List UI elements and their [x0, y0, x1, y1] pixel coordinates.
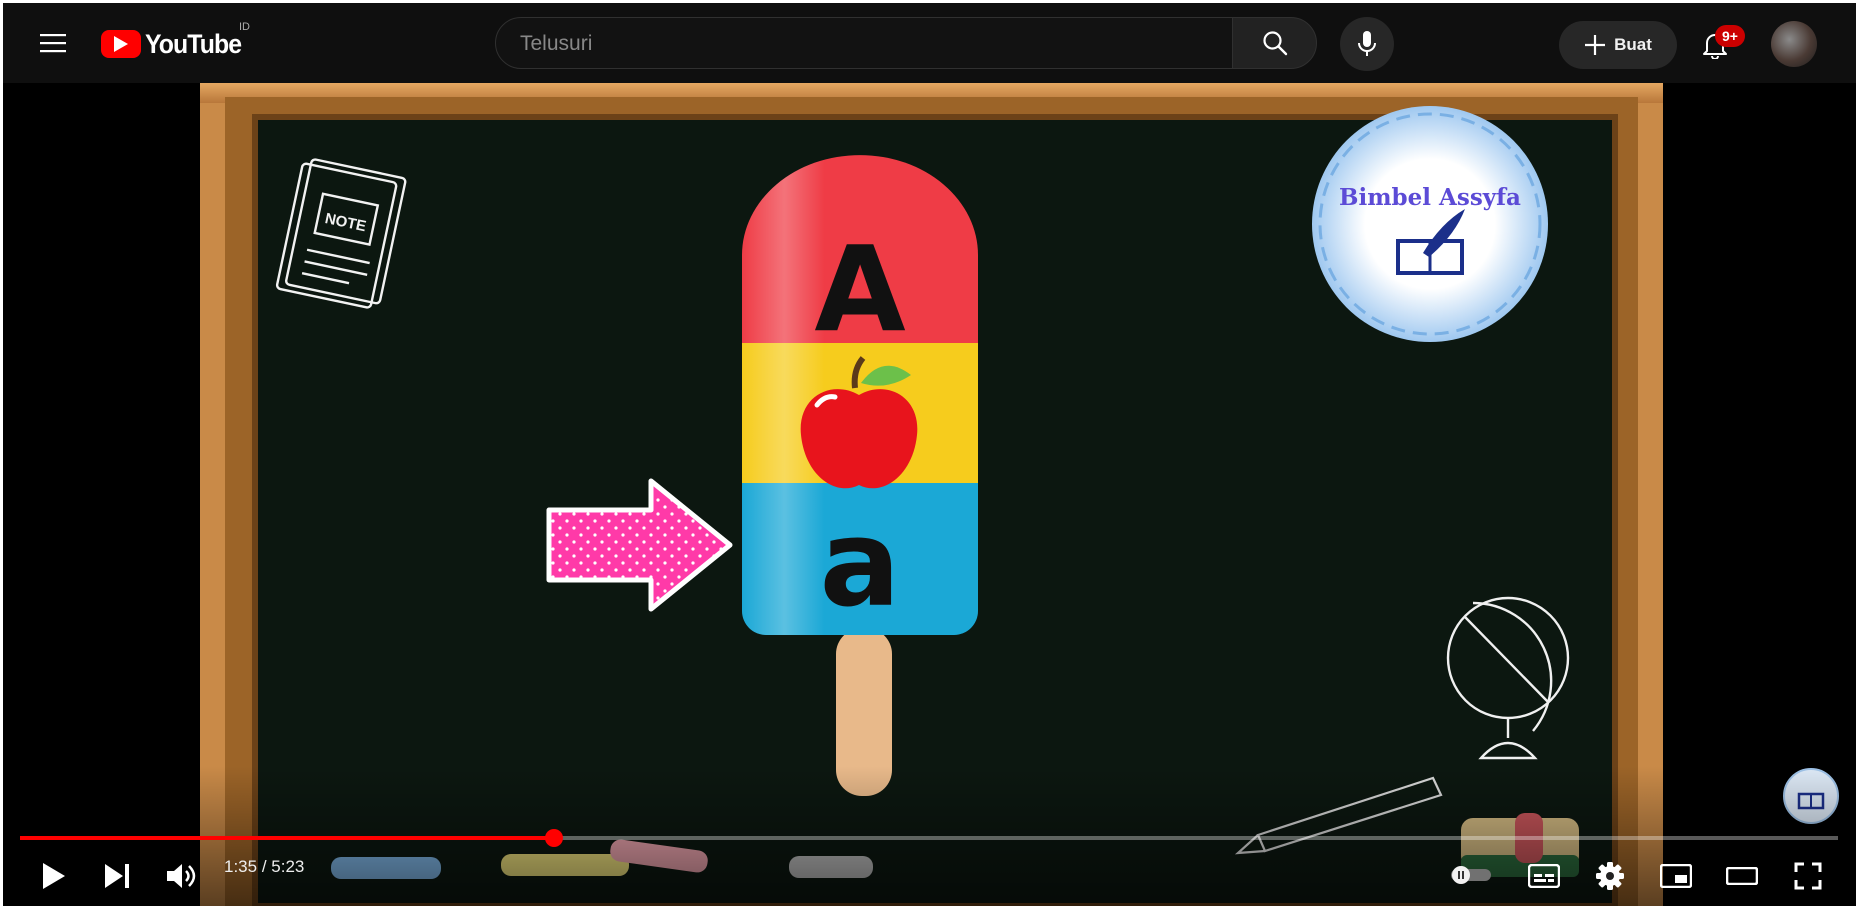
avatar[interactable]: [1771, 21, 1817, 67]
hamburger-menu-icon: [40, 34, 66, 53]
subtitles-icon: [1528, 864, 1560, 888]
create-button[interactable]: Buat: [1559, 21, 1677, 69]
search-icon: [1262, 31, 1287, 56]
masthead: YouTube ID Buat: [3, 3, 1856, 83]
miniplayer-button[interactable]: [1653, 853, 1699, 899]
search-button[interactable]: [1232, 17, 1317, 69]
country-code: ID: [239, 21, 250, 33]
youtube-logo[interactable]: YouTube ID: [101, 21, 250, 61]
notification-count-badge: 9+: [1715, 25, 1745, 47]
play-button[interactable]: [31, 853, 77, 899]
theater-mode-icon: [1726, 867, 1758, 885]
youtube-watch-page: YouTube ID Buat: [3, 3, 1856, 906]
theater-mode-button[interactable]: [1719, 853, 1765, 899]
volume-button[interactable]: [159, 853, 205, 899]
youtube-play-logo-icon: [101, 30, 141, 58]
brand-logo-text: Bimbel Assyfa: [1339, 184, 1521, 211]
search-input[interactable]: [518, 18, 1202, 70]
fullscreen-icon: [1794, 862, 1822, 890]
fullscreen-button[interactable]: [1785, 853, 1831, 899]
progress-played: [20, 836, 555, 840]
search-box: [495, 17, 1233, 70]
voice-search-button[interactable]: [1340, 17, 1394, 71]
subtitles-button[interactable]: [1521, 853, 1567, 899]
autoplay-toggle-icon: [1451, 866, 1491, 884]
next-icon: [105, 864, 129, 888]
video-frame[interactable]: NOTE A a Bimbel Assyfa: [3, 83, 1856, 906]
settings-button[interactable]: [1587, 853, 1633, 899]
current-time: 1:35: [224, 857, 258, 876]
miniplayer-icon: [1660, 864, 1692, 888]
video-player[interactable]: NOTE A a Bimbel Assyfa 1:35 / 5:23: [3, 83, 1856, 906]
progress-bar[interactable]: [20, 829, 1838, 847]
time-separator: /: [257, 857, 272, 876]
play-icon: [43, 863, 65, 889]
logo-text: YouTube: [145, 28, 242, 59]
next-button[interactable]: [95, 853, 141, 899]
plus-icon: [1585, 35, 1606, 55]
microphone-icon: [1358, 31, 1376, 56]
autoplay-toggle[interactable]: [1445, 858, 1497, 892]
channel-brand-logo: Bimbel Assyfa: [1312, 106, 1548, 342]
channel-watermark[interactable]: [1783, 768, 1839, 824]
uppercase-letter: A: [814, 220, 905, 358]
create-label: Buat: [1614, 35, 1652, 54]
volume-icon: [167, 864, 196, 888]
guide-menu-button[interactable]: [33, 23, 73, 63]
duration: 5:23: [271, 857, 305, 876]
time-display: 1:35 / 5:23: [224, 857, 304, 877]
gear-icon: [1596, 862, 1624, 890]
lowercase-letter: a: [820, 495, 901, 634]
